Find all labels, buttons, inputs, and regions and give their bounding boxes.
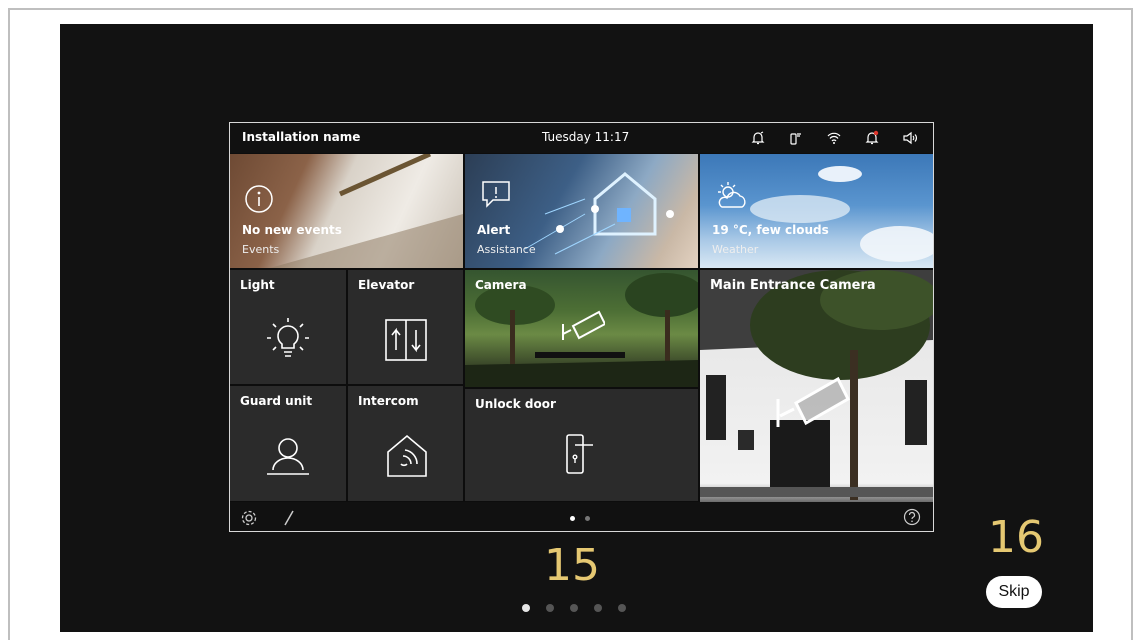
pager-dot[interactable] [594, 604, 602, 612]
intercom-tile[interactable]: Intercom [348, 386, 463, 501]
info-icon [244, 184, 274, 214]
alarm-bell-icon[interactable] [861, 128, 883, 148]
installation-name: Installation name [242, 130, 361, 144]
main-camera-title: Main Entrance Camera [710, 278, 876, 293]
pager-dot[interactable] [522, 604, 530, 612]
main-entrance-camera-tile[interactable]: Main Entrance Camera [700, 270, 933, 502]
chat-alert-icon [479, 178, 513, 212]
walkthrough-pager [522, 604, 626, 612]
bottom-bar [230, 502, 933, 531]
panel-screen: Installation name Tuesday 11:17 No new e… [229, 122, 934, 532]
unlock-door-title: Unlock door [475, 397, 556, 411]
date-time: Tuesday 11:17 [542, 130, 630, 144]
events-label: Events [242, 243, 280, 256]
intercom-house-icon [384, 434, 430, 478]
device-page-dots [570, 516, 590, 521]
assistance-tile[interactable]: Alert Assistance [465, 154, 698, 268]
status-bar: Installation name Tuesday 11:17 [230, 123, 933, 153]
edit-pencil-icon[interactable] [282, 509, 296, 527]
pager-dot[interactable] [618, 604, 626, 612]
door-handle-icon [561, 431, 601, 477]
assistance-label: Assistance [477, 243, 536, 256]
bell-mute-icon[interactable] [747, 128, 769, 148]
wifi-icon[interactable] [823, 128, 845, 148]
elevator-tile[interactable]: Elevator [348, 270, 463, 384]
door-phone-icon[interactable] [785, 128, 807, 148]
gear-icon[interactable] [240, 509, 258, 527]
events-status: No new events [242, 223, 342, 237]
partly-cloudy-icon [712, 180, 750, 210]
weather-status: 19 °C, few clouds [712, 223, 829, 237]
security-camera-icon [557, 310, 605, 348]
security-camera-icon [770, 375, 850, 437]
elevator-icon [384, 318, 428, 362]
unlock-door-tile[interactable]: Unlock door [465, 389, 698, 501]
device-page-dot[interactable] [570, 516, 575, 521]
pager-dot[interactable] [546, 604, 554, 612]
elevator-title: Elevator [358, 278, 415, 292]
status-icons [747, 128, 921, 148]
help-icon[interactable] [903, 508, 921, 526]
assistance-status: Alert [477, 223, 511, 237]
weather-tile[interactable]: 19 °C, few clouds Weather [700, 154, 933, 268]
weather-label: Weather [712, 243, 759, 256]
lightbulb-icon [263, 314, 313, 362]
device-page-dot[interactable] [585, 516, 590, 521]
speaker-icon[interactable] [899, 128, 921, 148]
camera-title: Camera [475, 278, 527, 292]
guard-unit-tile[interactable]: Guard unit [230, 386, 346, 501]
camera-tile[interactable]: Camera [465, 270, 698, 387]
guard-person-icon [265, 436, 311, 476]
intercom-title: Intercom [358, 394, 419, 408]
light-tile[interactable]: Light [230, 270, 346, 384]
current-step-number: 15 [544, 540, 600, 591]
skip-button[interactable]: Skip [986, 576, 1042, 608]
guard-unit-title: Guard unit [240, 394, 313, 408]
next-step-number: 16 [988, 512, 1044, 563]
light-title: Light [240, 278, 275, 292]
pager-dot[interactable] [570, 604, 578, 612]
events-tile[interactable]: No new events Events [230, 154, 463, 268]
